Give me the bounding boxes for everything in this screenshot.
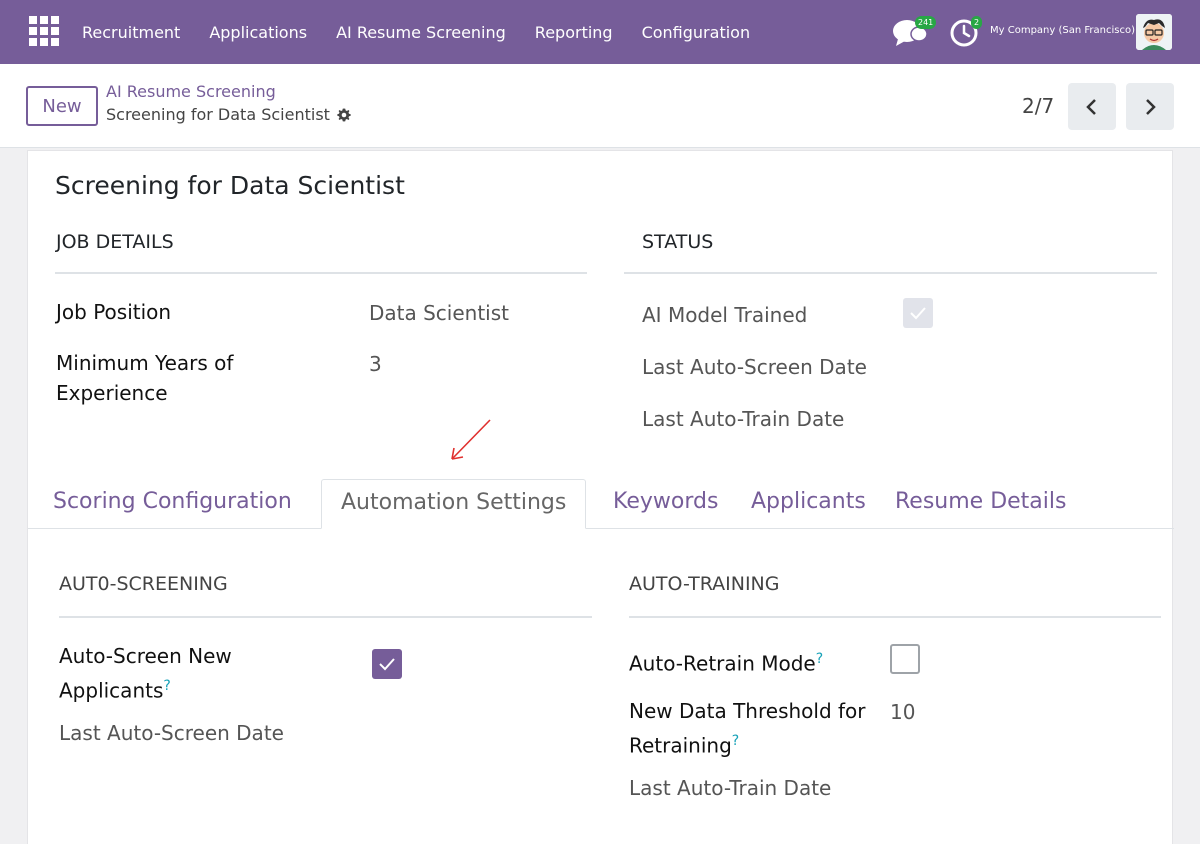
last-auto-train-label: Last Auto-Train Date (642, 407, 845, 431)
tab-automation-settings[interactable]: Automation Settings (321, 479, 587, 529)
last-auto-screen-label: Last Auto-Screen Date (642, 355, 867, 379)
status-divider (624, 272, 1157, 274)
menu-recruitment[interactable]: Recruitment (82, 23, 180, 42)
notebook-tabs: Scoring Configuration Automation Setting… (28, 479, 1174, 529)
menu-reporting[interactable]: Reporting (535, 23, 613, 42)
apps-grid-icon[interactable] (29, 16, 59, 46)
auto-training-heading: AUTO-TRAINING (629, 573, 780, 595)
tab-resume-details[interactable]: Resume Details (895, 489, 1066, 514)
auto-retrain-label: Auto-Retrain Mode? (629, 644, 879, 679)
user-avatar[interactable] (1136, 14, 1172, 50)
chevron-right-icon (1146, 98, 1156, 115)
annotation-arrow-icon (451, 419, 491, 460)
tab-scoring-configuration[interactable]: Scoring Configuration (53, 489, 292, 514)
record-title: Screening for Data Scientist (55, 171, 405, 200)
auto-training-divider (629, 616, 1161, 618)
auto-screen-label-text: Auto-Screen New Applicants (59, 644, 232, 703)
checkmark-icon (910, 307, 926, 320)
top-navbar: Recruitment Applications AI Resume Scree… (0, 0, 1200, 64)
main-menu: Recruitment Applications AI Resume Scree… (82, 0, 779, 64)
activity-clock-icon[interactable]: 2 (950, 16, 983, 47)
new-button[interactable]: New (26, 86, 98, 126)
threshold-value[interactable]: 10 (890, 700, 915, 724)
threshold-help-icon[interactable]: ? (732, 733, 739, 749)
status-heading: STATUS (642, 231, 714, 253)
auto-screen-label: Auto-Screen New Applicants? (59, 641, 279, 706)
pager-next-button[interactable] (1126, 83, 1174, 130)
job-position-value[interactable]: Data Scientist (369, 301, 509, 325)
tab-applicants[interactable]: Applicants (751, 489, 866, 514)
auto-retrain-checkbox[interactable] (890, 644, 920, 674)
menu-configuration[interactable]: Configuration (642, 23, 751, 42)
min-years-label: Minimum Years of Experience (56, 351, 234, 405)
job-details-heading: JOB DETAILS (56, 231, 174, 253)
auto-screening-heading: AUT0-SCREENING (59, 573, 228, 595)
auto-training-last-date-label: Last Auto-Train Date (629, 776, 832, 800)
chevron-left-icon (1086, 98, 1096, 115)
pager-previous-button[interactable] (1068, 83, 1116, 130)
auto-screening-divider (59, 616, 592, 618)
menu-ai-resume-screening[interactable]: AI Resume Screening (336, 23, 506, 42)
ai-model-trained-label: AI Model Trained (642, 303, 808, 327)
threshold-label: New Data Threshold for Retraining? (629, 696, 879, 761)
company-switcher[interactable]: My Company (San Francisco) (990, 25, 1135, 36)
auto-screen-checkbox[interactable] (372, 649, 402, 679)
breadcrumb-current: Screening for Data Scientist (106, 105, 352, 124)
threshold-label-text: New Data Threshold for Retraining (629, 699, 866, 758)
auto-retrain-help-icon[interactable]: ? (816, 651, 823, 667)
pager-value: 2/7 (1022, 94, 1055, 118)
chat-badge: 241 (915, 16, 937, 29)
checkmark-icon (379, 658, 395, 671)
breadcrumb-current-label: Screening for Data Scientist (106, 105, 330, 124)
auto-screen-help-icon[interactable]: ? (163, 678, 170, 694)
chat-icon[interactable]: 241 (892, 16, 937, 47)
auto-retrain-label-text: Auto-Retrain Mode (629, 651, 816, 676)
activity-badge: 2 (971, 16, 983, 29)
min-years-value[interactable]: 3 (369, 352, 382, 376)
control-panel: New AI Resume Screening Screening for Da… (0, 64, 1200, 148)
form-sheet: Screening for Data Scientist JOB DETAILS… (27, 150, 1174, 844)
breadcrumb-parent[interactable]: AI Resume Screening (106, 82, 276, 101)
menu-applications[interactable]: Applications (209, 23, 307, 42)
job-details-divider (55, 272, 587, 274)
job-position-label: Job Position (56, 300, 172, 324)
auto-screening-last-date-label: Last Auto-Screen Date (59, 721, 284, 745)
ai-model-trained-checkbox (903, 298, 933, 328)
gear-icon[interactable] (336, 107, 352, 123)
tab-keywords[interactable]: Keywords (613, 489, 718, 514)
